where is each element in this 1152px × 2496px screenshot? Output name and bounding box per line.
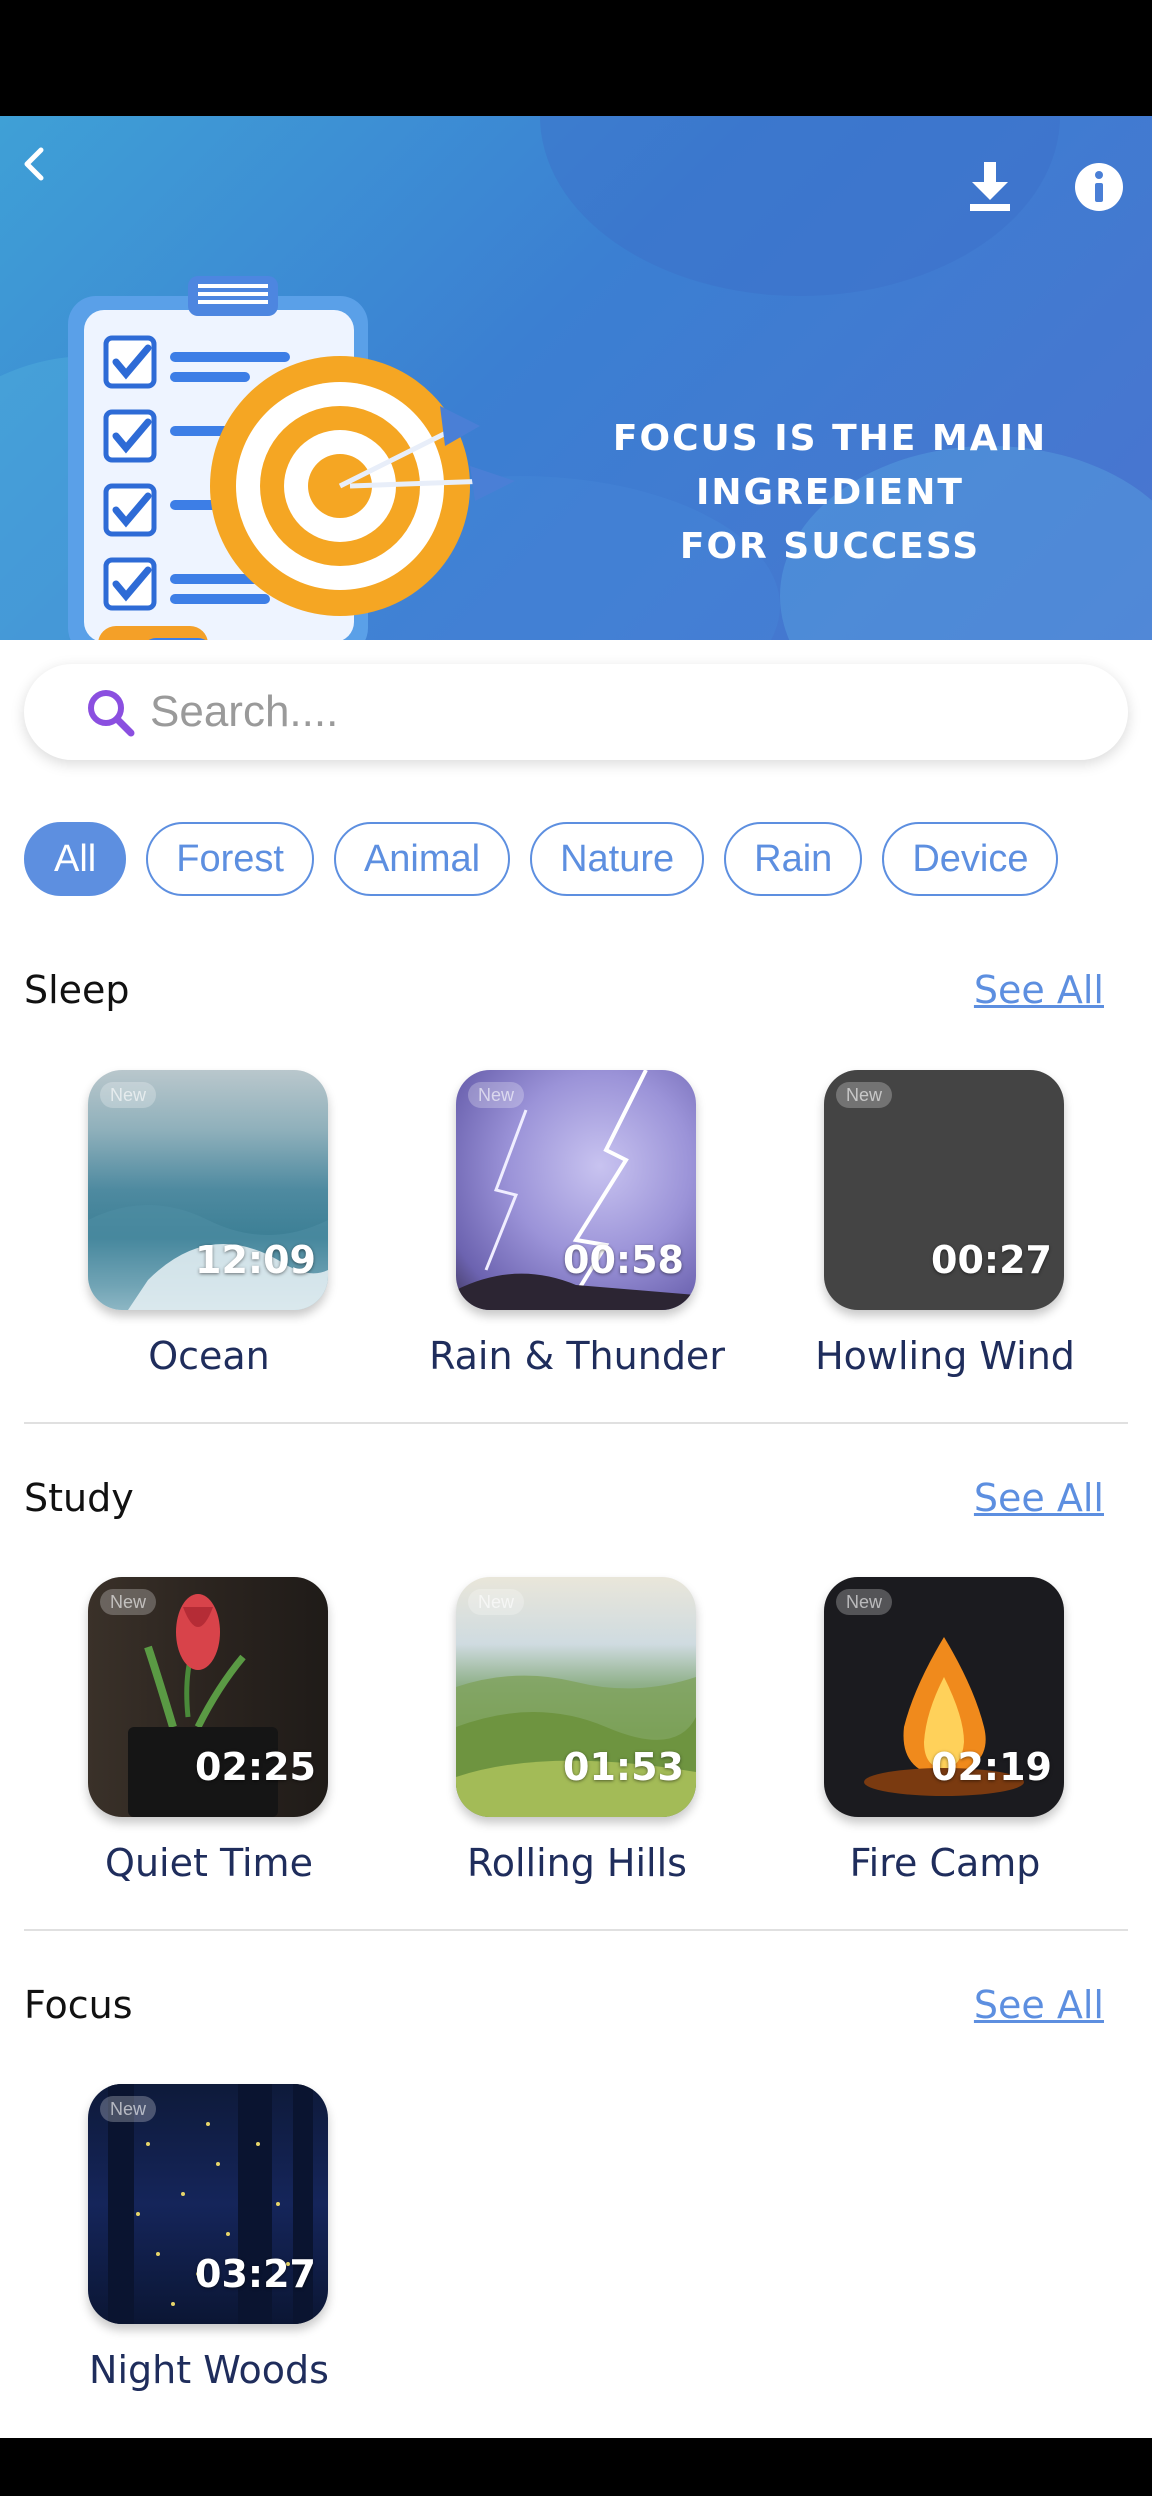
system-navigation-bar [0, 2438, 1152, 2496]
banner-headline: FOCUS IS THE MAIN INGREDIENT FOR SUCCESS [560, 412, 1100, 574]
search-icon [88, 690, 135, 737]
sound-title: Howling Wind [815, 1334, 1075, 1378]
new-badge: New [468, 1589, 525, 1615]
sound-thumbnail: New 00:27 [824, 1070, 1064, 1310]
filter-chip-all[interactable]: All [24, 822, 127, 896]
sound-title: Rolling Hills [467, 1841, 687, 1885]
see-all-sleep-link[interactable]: See All [974, 968, 1104, 1012]
info-button[interactable] [1074, 162, 1124, 212]
see-all-focus-link[interactable]: See All [974, 1983, 1104, 2027]
duration-label: 03:27 [195, 2252, 316, 2296]
chevron-left-icon [24, 147, 44, 181]
search-bar[interactable] [24, 664, 1128, 760]
section-title-sleep: Sleep [24, 968, 130, 1012]
category-filters: All Forest Animal Nature Rain Device [24, 822, 1059, 898]
back-button[interactable] [12, 142, 56, 186]
sound-title: Ocean [148, 1334, 270, 1378]
new-badge: New [836, 1589, 893, 1615]
headline-line-1: FOCUS IS THE MAIN [612, 418, 1048, 459]
sound-thumbnail: New 01:53 [456, 1577, 696, 1817]
filter-chip-animal[interactable]: Animal [333, 822, 511, 896]
duration-label: 12:09 [195, 1238, 316, 1282]
duration-label: 00:27 [931, 1238, 1052, 1282]
status-bar [0, 0, 1152, 116]
search-input[interactable] [150, 682, 1050, 742]
new-badge: New [836, 1082, 893, 1108]
sound-thumbnail: New 02:25 [88, 1577, 328, 1817]
checklist-target-illustration [68, 276, 515, 640]
duration-label: 02:19 [931, 1745, 1052, 1789]
sound-thumbnail: New 03:27 [88, 2084, 328, 2324]
new-badge: New [100, 1082, 157, 1108]
sound-title: Quiet Time [105, 1841, 313, 1885]
sound-thumbnail: New 02:19 [824, 1577, 1064, 1817]
duration-label: 00:58 [563, 1238, 684, 1282]
sound-thumbnail: New 00:58 [456, 1070, 696, 1310]
section-title-focus: Focus [24, 1983, 133, 2027]
headline-line-2: INGREDIENT [696, 472, 964, 513]
new-badge: New [100, 2096, 157, 2122]
sound-title: Rain & Thunder [429, 1334, 725, 1378]
filter-chip-forest[interactable]: Forest [146, 822, 314, 896]
see-all-study-link[interactable]: See All [974, 1476, 1104, 1520]
download-button[interactable] [962, 158, 1018, 214]
download-icon [970, 162, 1010, 211]
filter-chip-nature[interactable]: Nature [530, 822, 705, 896]
info-icon [1075, 163, 1123, 211]
new-badge: New [100, 1589, 157, 1615]
headline-line-3: FOR SUCCESS [679, 526, 981, 567]
duration-label: 02:25 [195, 1745, 316, 1789]
section-divider [24, 1422, 1128, 1424]
sound-title: Night Woods [89, 2348, 329, 2392]
sound-thumbnail: New 12:09 [88, 1070, 328, 1310]
filter-chip-device[interactable]: Device [882, 822, 1059, 896]
section-title-study: Study [24, 1476, 134, 1520]
duration-label: 01:53 [563, 1745, 684, 1789]
filter-chip-rain[interactable]: Rain [724, 822, 863, 896]
section-divider [24, 1929, 1128, 1931]
sound-title: Fire Camp [849, 1841, 1041, 1885]
new-badge: New [468, 1082, 525, 1108]
